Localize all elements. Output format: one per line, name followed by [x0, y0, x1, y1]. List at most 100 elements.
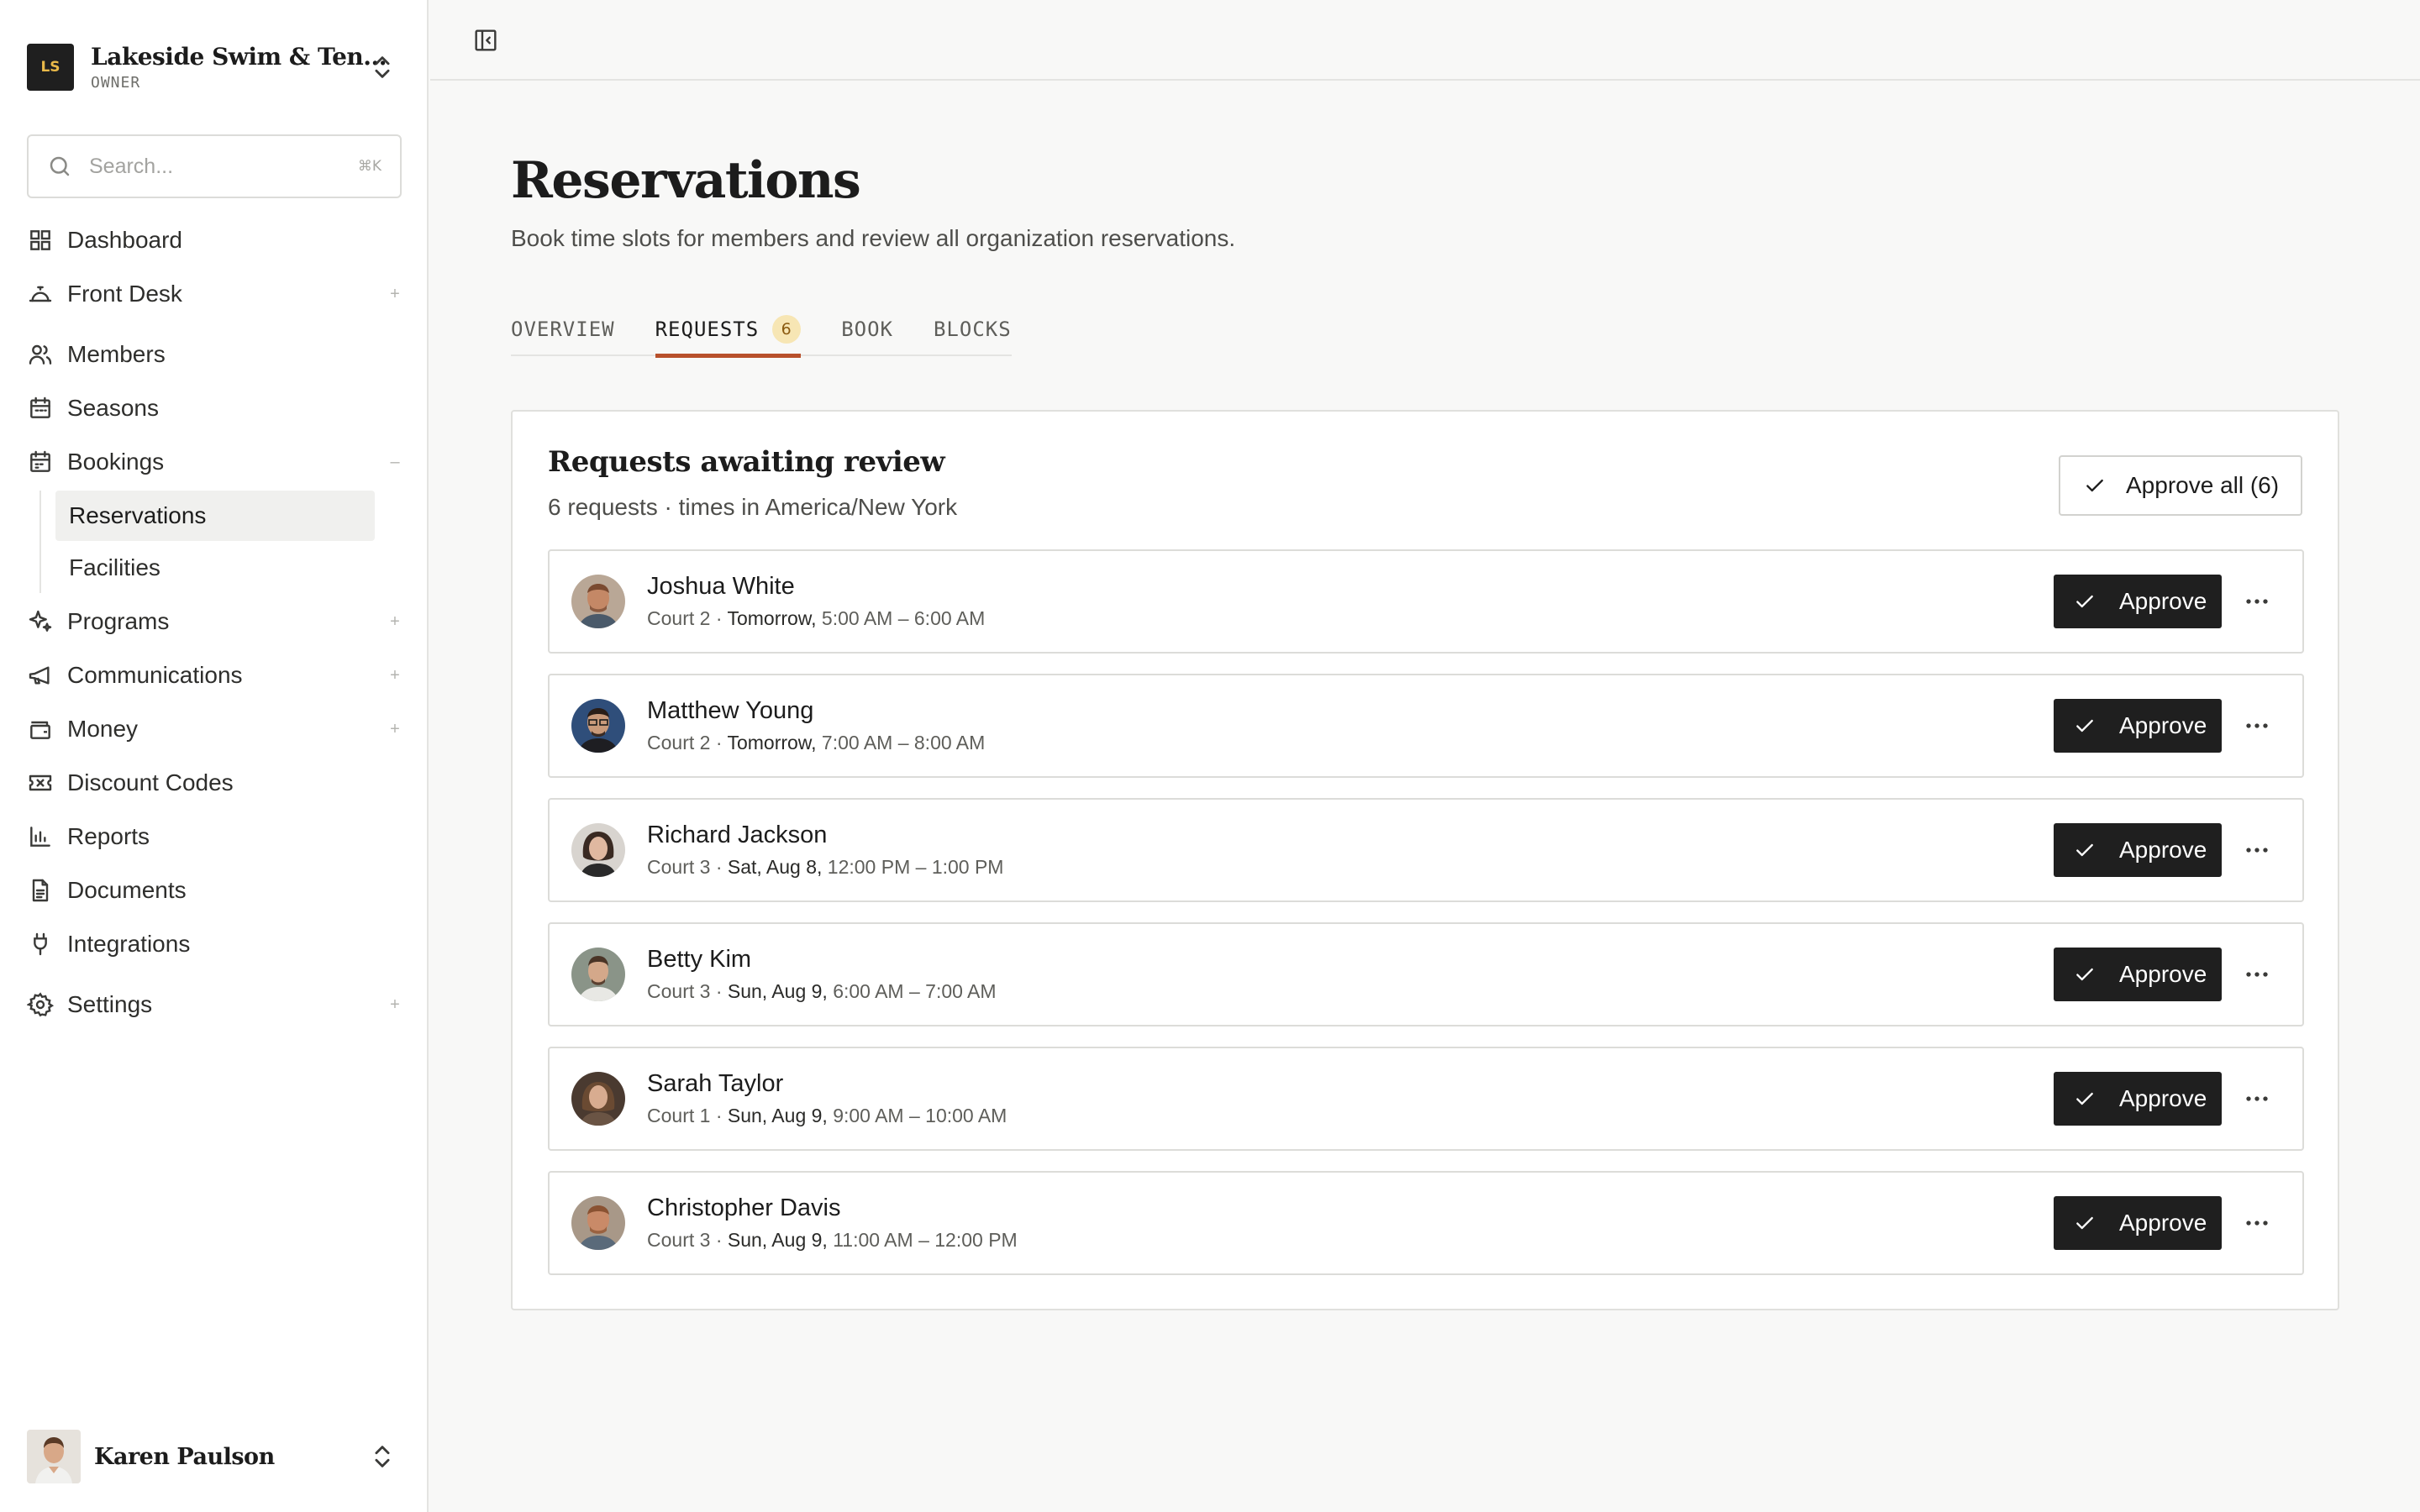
more-options-icon[interactable] — [2240, 709, 2274, 743]
check-icon — [2076, 1092, 2093, 1105]
tab-requests[interactable]: REQUESTS 6 — [655, 302, 802, 358]
user-menu[interactable]: Karen Paulson — [27, 1428, 402, 1485]
sidebar-toggle-icon[interactable] — [472, 27, 499, 54]
more-options-icon[interactable] — [2240, 585, 2274, 618]
avatar — [571, 948, 625, 1001]
sidebar-item-integrations[interactable]: Integrations — [0, 917, 429, 971]
org-switcher[interactable]: LS Lakeside Swim & Ten... OWNER — [27, 42, 402, 92]
megaphone-icon — [29, 666, 50, 685]
tab-label: REQUESTS — [655, 318, 760, 341]
search-shortcut: ⌘K — [357, 158, 381, 175]
approve-button[interactable]: Approve — [2054, 699, 2222, 753]
expand-icon[interactable]: + — [387, 995, 403, 1015]
sidebar-item-settings[interactable]: Settings + — [0, 978, 429, 1032]
search-input[interactable]: Search... ⌘K — [27, 134, 402, 198]
approve-all-label: Approve all (6) — [2126, 472, 2280, 498]
approve-button[interactable]: Approve — [2054, 1072, 2222, 1126]
member-name: Matthew Young — [647, 697, 814, 724]
expand-icon[interactable]: + — [387, 666, 403, 685]
expand-icon[interactable]: + — [387, 612, 403, 632]
plug-icon — [34, 932, 47, 956]
sidebar-item-dashboard[interactable]: Dashboard — [0, 213, 429, 267]
document-icon — [32, 879, 49, 902]
ticket-icon — [29, 774, 52, 791]
tab-label: BOOK — [841, 318, 893, 341]
sidebar-item-label: Members — [67, 341, 166, 367]
approve-label: Approve — [2119, 961, 2207, 987]
approve-button[interactable]: Approve — [2054, 1196, 2222, 1250]
sidebar-item-reservations[interactable]: Reservations — [55, 491, 375, 541]
card-title: Requests awaiting review — [548, 445, 945, 479]
more-options-icon[interactable] — [2240, 958, 2274, 991]
sidebar-item-label: Integrations — [67, 931, 191, 957]
approve-label: Approve — [2119, 1085, 2207, 1111]
sidebar-item-documents[interactable]: Documents — [0, 864, 429, 917]
collapse-icon[interactable]: – — [387, 453, 403, 472]
reservation-detail: Court 1 · Sun, Aug 9, 9:00 AM – 10:00 AM — [647, 1105, 1007, 1126]
sidebar-item-label: Seasons — [67, 395, 159, 421]
check-icon — [2076, 843, 2093, 857]
sidebar-item-money[interactable]: Money + — [0, 702, 429, 756]
avatar — [571, 699, 625, 753]
approve-label: Approve — [2119, 588, 2207, 614]
approve-all-button[interactable]: Approve all (6) — [2059, 455, 2302, 516]
avatar — [571, 823, 625, 877]
approve-button[interactable]: Approve — [2054, 823, 2222, 877]
sidebar-item-discount-codes[interactable]: Discount Codes — [0, 756, 429, 810]
sidebar-item-label: Money — [67, 716, 139, 742]
calendar-icon — [30, 396, 50, 418]
org-role: OWNER — [91, 74, 141, 92]
member-name: Sarah Taylor — [647, 1070, 784, 1097]
sidebar: LS Lakeside Swim & Ten... OWNER Search..… — [0, 0, 429, 1512]
member-name: Richard Jackson — [647, 822, 828, 848]
sidebar-item-front-desk[interactable]: Front Desk + — [0, 267, 429, 321]
approve-label: Approve — [2119, 712, 2207, 738]
sidebar-nav: Dashboard Front Desk + Members Seasons B… — [0, 213, 429, 1032]
sidebar-item-members[interactable]: Members — [0, 328, 429, 381]
member-name: Christopher Davis — [647, 1194, 841, 1221]
sidebar-item-label: Settings — [67, 991, 153, 1017]
search-placeholder: Search... — [89, 154, 174, 178]
tab-book[interactable]: BOOK — [841, 302, 893, 356]
sparkles-icon — [29, 610, 52, 632]
reservation-detail: Court 3 · Sat, Aug 8, 12:00 PM – 1:00 PM — [647, 856, 1004, 878]
chevron-updown-icon[interactable] — [368, 53, 397, 81]
sidebar-item-label: Discount Codes — [67, 769, 234, 795]
approve-button[interactable]: Approve — [2054, 575, 2222, 628]
count-badge: 6 — [772, 315, 802, 344]
tab-blocks[interactable]: BLOCKS — [934, 302, 1012, 356]
more-options-icon[interactable] — [2240, 833, 2274, 867]
sidebar-item-facilities[interactable]: Facilities — [55, 543, 375, 593]
approve-button[interactable]: Approve — [2054, 948, 2222, 1001]
check-icon — [2086, 479, 2103, 492]
reservation-detail: Court 3 · Sun, Aug 9, 6:00 AM – 7:00 AM — [647, 980, 997, 1002]
top-bar — [430, 0, 2420, 81]
sidebar-item-reports[interactable]: Reports — [0, 810, 429, 864]
member-name: Joshua White — [647, 573, 795, 600]
list-item: Betty Kim Court 3 · Sun, Aug 9, 6:00 AM … — [548, 922, 2304, 1026]
chevron-updown-icon[interactable] — [368, 1442, 397, 1471]
approve-label: Approve — [2119, 1210, 2207, 1236]
sidebar-item-label: Bookings — [67, 449, 165, 475]
sidebar-item-bookings[interactable]: Bookings – — [0, 435, 429, 489]
expand-icon[interactable]: + — [387, 285, 403, 304]
request-list: Joshua White Court 2 · Tomorrow, 5:00 AM… — [548, 549, 2304, 1295]
list-item: Joshua White Court 2 · Tomorrow, 5:00 AM… — [548, 549, 2304, 654]
expand-icon[interactable]: + — [387, 720, 403, 739]
sidebar-item-seasons[interactable]: Seasons — [0, 381, 429, 435]
sidebar-item-programs[interactable]: Programs + — [0, 595, 429, 648]
tab-overview[interactable]: OVERVIEW — [511, 302, 615, 356]
check-icon — [2076, 1216, 2093, 1230]
card-subtitle: 6 requests · times in America/New York — [548, 494, 958, 520]
org-name: Lakeside Swim & Ten... — [91, 43, 387, 71]
list-item: Sarah Taylor Court 1 · Sun, Aug 9, 9:00 … — [548, 1047, 2304, 1151]
approve-label: Approve — [2119, 837, 2207, 863]
sidebar-item-label: Front Desk — [67, 281, 182, 307]
more-options-icon[interactable] — [2240, 1206, 2274, 1240]
more-options-icon[interactable] — [2240, 1082, 2274, 1116]
search-icon — [50, 156, 70, 176]
list-item: Richard Jackson Court 3 · Sat, Aug 8, 12… — [548, 798, 2304, 902]
calendar-icon — [30, 450, 50, 472]
user-name: Karen Paulson — [94, 1443, 275, 1470]
sidebar-item-communications[interactable]: Communications + — [0, 648, 429, 702]
